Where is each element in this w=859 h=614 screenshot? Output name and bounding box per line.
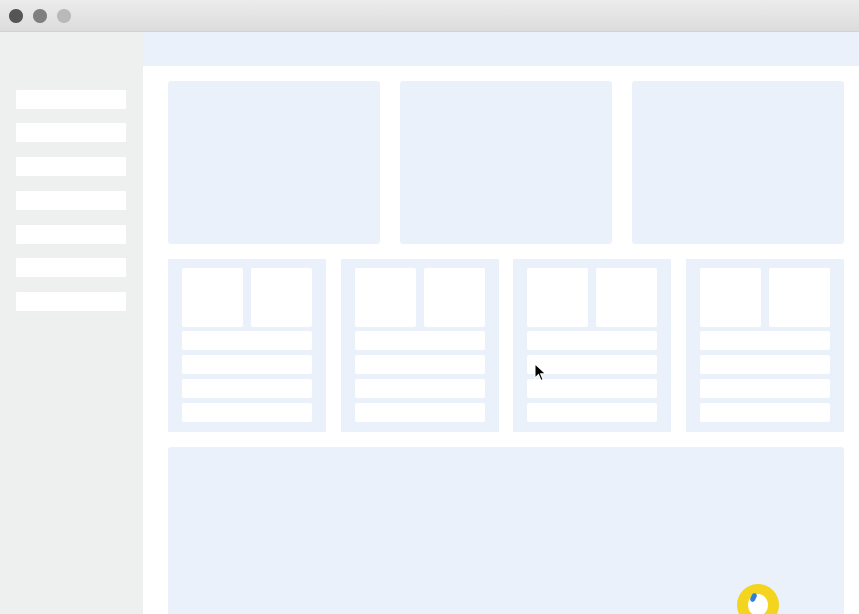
list-panel-2 <box>341 259 499 432</box>
thumbnail[interactable] <box>769 268 830 327</box>
list-item[interactable] <box>182 355 312 374</box>
summary-card-3[interactable] <box>632 81 844 244</box>
sidebar <box>0 32 143 614</box>
top-bar <box>143 32 859 66</box>
list-item[interactable] <box>527 403 657 422</box>
summary-card-2[interactable] <box>400 81 612 244</box>
list-item[interactable] <box>700 331 830 350</box>
thumbnail[interactable] <box>355 268 416 327</box>
sidebar-item-5[interactable] <box>16 225 126 244</box>
list-panel-1 <box>168 259 326 432</box>
thumbnail[interactable] <box>596 268 657 327</box>
list-item[interactable] <box>700 379 830 398</box>
sidebar-item-2[interactable] <box>16 123 126 142</box>
thumbnail[interactable] <box>424 268 485 327</box>
list-item[interactable] <box>182 379 312 398</box>
thumbnail[interactable] <box>182 268 243 327</box>
thumbnail[interactable] <box>251 268 312 327</box>
close-window-button[interactable] <box>9 9 23 23</box>
sidebar-item-1[interactable] <box>16 90 126 109</box>
list-item[interactable] <box>182 331 312 350</box>
thumbnail[interactable] <box>700 268 761 327</box>
title-bar <box>0 0 859 32</box>
list-item[interactable] <box>355 379 485 398</box>
list-panel-3 <box>513 259 671 432</box>
sidebar-item-6[interactable] <box>16 258 126 277</box>
sidebar-item-4[interactable] <box>16 191 126 210</box>
list-item[interactable] <box>527 331 657 350</box>
sidebar-item-3[interactable] <box>16 157 126 176</box>
list-panel-4 <box>686 259 844 432</box>
sidebar-item-7[interactable] <box>16 292 126 311</box>
summary-card-1[interactable] <box>168 81 380 244</box>
list-item[interactable] <box>700 355 830 374</box>
list-item[interactable] <box>355 355 485 374</box>
app-window <box>0 0 859 614</box>
list-item[interactable] <box>355 331 485 350</box>
list-item[interactable] <box>700 403 830 422</box>
list-item[interactable] <box>355 403 485 422</box>
thumbnail[interactable] <box>527 268 588 327</box>
maximize-window-button[interactable] <box>57 9 71 23</box>
list-item[interactable] <box>182 403 312 422</box>
minimize-window-button[interactable] <box>33 9 47 23</box>
mouse-pointer-icon <box>534 363 547 382</box>
